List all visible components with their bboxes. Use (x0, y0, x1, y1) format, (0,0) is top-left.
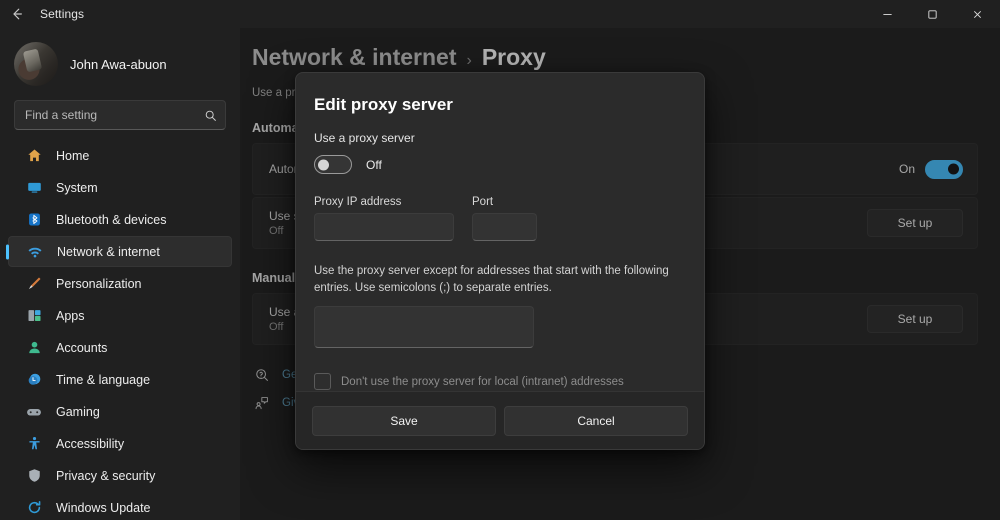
sidebar-item-network-internet[interactable]: Network & internet (8, 236, 232, 267)
bluetooth-icon (24, 210, 44, 230)
exceptions-description: Use the proxy server except for addresse… (314, 265, 669, 294)
clock-icon (24, 370, 44, 390)
apps-icon (24, 306, 44, 326)
sidebar: John Awa-abuon Home System (0, 28, 240, 520)
exceptions-input[interactable] (314, 306, 534, 349)
sidebar-item-label: System (56, 180, 98, 195)
maximize-button[interactable] (910, 0, 955, 28)
sidebar-item-system[interactable]: System (8, 172, 232, 203)
dialog-body: Edit proxy server Use a proxy server Off… (296, 73, 704, 391)
proxy-port-label: Port (472, 196, 494, 208)
proxy-fields-row: Proxy IP address Port (314, 196, 686, 241)
use-proxy-toggle[interactable] (314, 155, 352, 174)
proxy-ip-field-group: Proxy IP address (314, 196, 454, 241)
sidebar-item-label: Bluetooth & devices (56, 212, 167, 227)
sidebar-item-label: Privacy & security (56, 468, 156, 483)
sidebar-item-label: Accounts (56, 340, 108, 355)
sidebar-item-label: Personalization (56, 276, 142, 291)
search-icon (204, 109, 217, 122)
profile-section[interactable]: John Awa-abuon (0, 36, 240, 92)
network-icon (25, 242, 45, 262)
back-button[interactable] (0, 0, 34, 28)
use-proxy-toggle-state: Off (366, 157, 382, 172)
dialog-footer: Save Cancel (296, 391, 704, 449)
close-button[interactable] (955, 0, 1000, 28)
sidebar-item-label: Apps (56, 308, 85, 323)
window-title: Settings (40, 7, 85, 21)
sidebar-item-time-language[interactable]: Time & language (8, 364, 232, 395)
toggle-knob (318, 159, 329, 170)
gamepad-icon (24, 402, 44, 422)
sidebar-item-label: Time & language (56, 372, 151, 387)
minimize-button[interactable] (865, 0, 910, 28)
sidebar-item-privacy-security[interactable]: Privacy & security (8, 460, 232, 491)
settings-window: Settings John Awa-abuon Find a setting H… (0, 0, 1000, 520)
sidebar-item-personalization[interactable]: Personalization (8, 268, 232, 299)
accounts-icon (24, 338, 44, 358)
profile-name: John Awa-abuon (70, 56, 167, 72)
local-addresses-checkbox[interactable] (314, 373, 331, 391)
sidebar-nav: Home System Bluetooth & devices Network … (0, 140, 240, 520)
proxy-ip-input[interactable] (314, 213, 454, 241)
proxy-port-input[interactable] (472, 213, 537, 241)
shield-icon (24, 466, 44, 486)
sidebar-item-bluetooth[interactable]: Bluetooth & devices (8, 204, 232, 235)
sidebar-item-home[interactable]: Home (8, 140, 232, 171)
search-box[interactable] (14, 100, 226, 130)
dialog-title: Edit proxy server (314, 95, 453, 114)
avatar (14, 42, 58, 86)
local-addresses-label: Don't use the proxy server for local (in… (341, 375, 624, 388)
proxy-ip-label: Proxy IP address (314, 196, 402, 208)
system-icon (24, 178, 44, 198)
save-button[interactable]: Save (312, 405, 496, 436)
search-input[interactable] (25, 108, 204, 122)
sidebar-item-label: Home (56, 148, 90, 163)
home-icon (24, 146, 44, 166)
sidebar-item-label: Gaming (56, 404, 100, 419)
sidebar-item-windows-update[interactable]: Windows Update (8, 492, 232, 520)
use-proxy-label: Use a proxy server (314, 131, 415, 145)
edit-proxy-server-dialog: Edit proxy server Use a proxy server Off… (295, 72, 705, 450)
sidebar-item-accounts[interactable]: Accounts (8, 332, 232, 363)
personalization-icon (24, 274, 44, 294)
sidebar-item-label: Network & internet (57, 244, 160, 259)
sidebar-item-label: Windows Update (56, 500, 151, 515)
sidebar-item-apps[interactable]: Apps (8, 300, 232, 331)
proxy-port-field-group: Port (472, 196, 537, 241)
sidebar-item-accessibility[interactable]: Accessibility (8, 428, 232, 459)
use-proxy-toggle-row: Off (314, 155, 686, 174)
update-icon (24, 498, 44, 518)
window-titlebar: Settings (0, 0, 1000, 28)
sidebar-item-label: Accessibility (56, 436, 125, 451)
sidebar-item-gaming[interactable]: Gaming (8, 396, 232, 427)
accessibility-icon (24, 434, 44, 454)
local-addresses-checkbox-row[interactable]: Don't use the proxy server for local (in… (314, 373, 686, 391)
cancel-button[interactable]: Cancel (504, 405, 688, 436)
